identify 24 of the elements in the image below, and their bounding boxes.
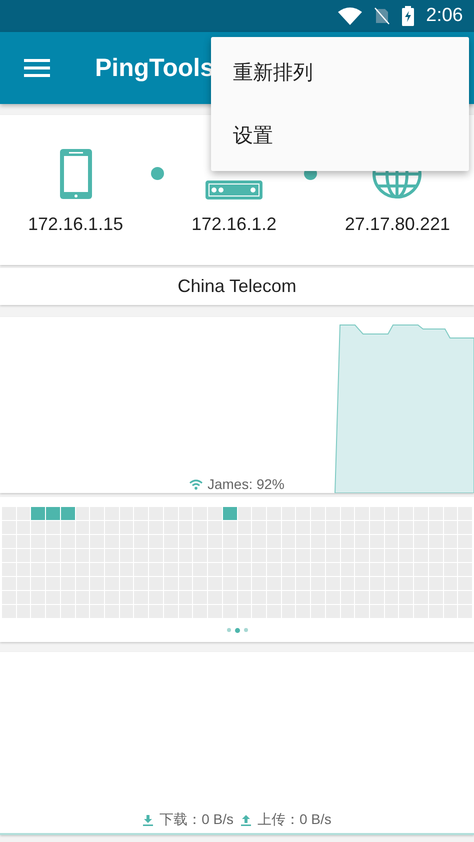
wifi-icon [189,478,204,490]
phone-icon [58,148,93,200]
page-dot[interactable] [244,628,248,632]
hop-dot [150,167,164,180]
upload-speed: 上传：0 B/s [258,811,332,829]
clock: 2:06 [426,5,463,27]
router-icon [204,180,263,200]
menu-item[interactable]: 重新排列 [211,41,469,104]
network-label: James: 92% [207,476,285,492]
upload-icon [240,814,250,826]
provider-name: China Telecom [178,276,296,297]
ip-address: 172.16.1.2 [191,214,277,235]
ip-address: 172.16.1.15 [28,214,124,235]
app-title: PingTools [95,54,214,82]
page-dot[interactable] [234,628,240,632]
menu-icon[interactable] [24,59,50,77]
page-dot[interactable] [226,628,230,632]
menu-item[interactable]: 设置 [211,104,469,167]
ip-address: 27.17.80.221 [344,214,450,235]
battery-icon [402,6,414,26]
download-speed: 下载：0 B/s [160,811,234,829]
download-icon [142,814,153,826]
wifi-icon [338,7,362,25]
no-sim-icon [374,7,390,25]
